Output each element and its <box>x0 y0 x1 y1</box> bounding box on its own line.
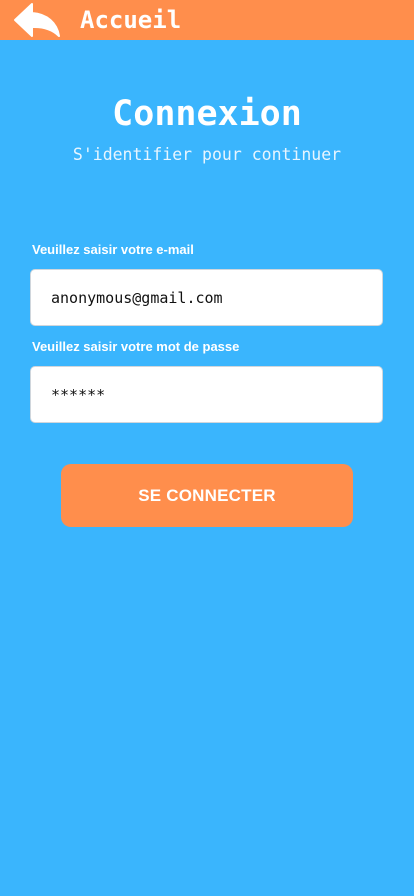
page-subtitle: S'identifier pour continuer <box>72 145 342 164</box>
login-button[interactable]: SE CONNECTER <box>61 464 353 527</box>
email-label: Veuillez saisir votre e-mail <box>32 242 194 257</box>
reply-arrow-icon <box>14 3 60 37</box>
top-app-bar: Accueil <box>0 0 414 40</box>
back-button[interactable] <box>12 2 62 38</box>
header-title: Accueil <box>80 6 182 34</box>
password-label: Veuillez saisir votre mot de passe <box>32 339 240 354</box>
email-field[interactable] <box>30 269 383 326</box>
page-title: Connexion <box>112 94 302 134</box>
password-field[interactable] <box>30 366 383 423</box>
